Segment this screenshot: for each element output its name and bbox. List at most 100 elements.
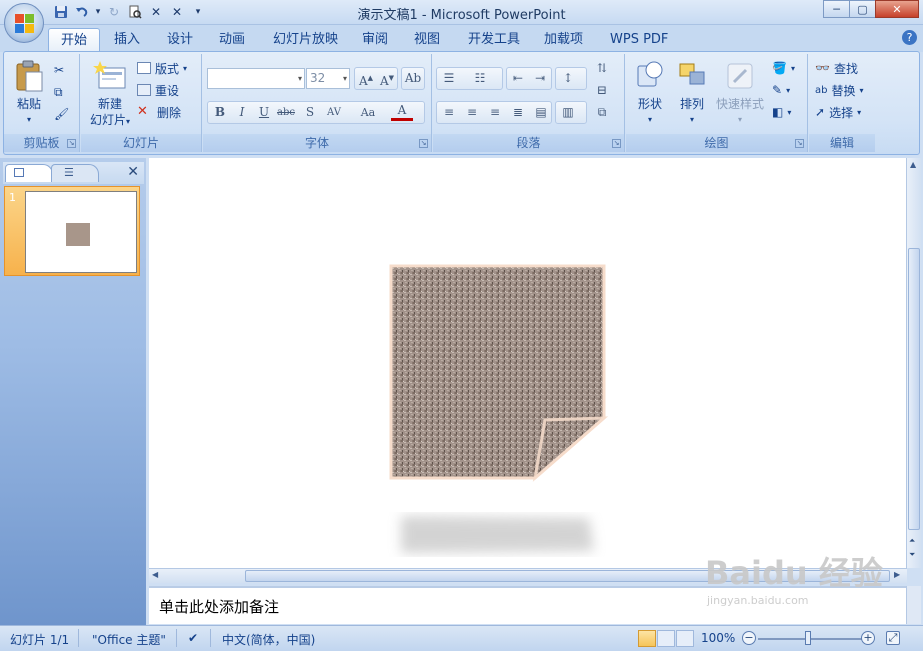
slide-thumbnail[interactable]: 1 xyxy=(4,186,140,276)
slides-tab[interactable] xyxy=(5,164,53,182)
editing-group-label: 编辑 xyxy=(809,134,875,152)
align-right-icon[interactable]: ≡ xyxy=(484,102,506,123)
prev-slide-icon[interactable]: ⏶ xyxy=(909,536,915,546)
find-label: 查找 xyxy=(833,61,858,76)
shadow-button[interactable]: S xyxy=(299,102,321,123)
reset-icon xyxy=(137,84,151,96)
shape-outline-icon[interactable]: ✎ ▾ xyxy=(772,80,790,100)
italic-button[interactable]: I xyxy=(231,102,253,123)
character-spacing-button[interactable]: AV xyxy=(323,102,345,123)
status-divider xyxy=(78,629,79,647)
arrange-button[interactable]: 排列 ▾ xyxy=(674,58,710,128)
font-color-button[interactable]: A xyxy=(391,102,413,121)
font-launcher-icon[interactable]: ↘ xyxy=(419,139,428,148)
columns-icon[interactable]: ▥ xyxy=(557,102,579,123)
layout-button[interactable]: 版式 ▾ xyxy=(137,58,187,78)
maximize-button[interactable]: ▢ xyxy=(849,0,876,18)
tab-wps-pdf[interactable]: WPS PDF xyxy=(598,28,680,52)
paste-button[interactable]: 粘贴 ▾ xyxy=(12,60,46,128)
tab-home[interactable]: 开始 xyxy=(48,28,101,52)
slide-sorter-view-icon[interactable] xyxy=(657,630,675,647)
select-button[interactable]: ➚ 选择 ▾ xyxy=(815,102,861,122)
status-divider xyxy=(210,629,211,647)
clear-formatting-icon[interactable]: Ab xyxy=(402,68,424,89)
tab-review[interactable]: 审阅 xyxy=(350,28,400,52)
close-button[interactable]: ✕ xyxy=(875,0,919,18)
shrink-font-icon[interactable]: A▼ xyxy=(376,68,398,89)
font-size-combo[interactable]: 32 ▾ xyxy=(306,68,350,89)
format-painter-icon[interactable]: 🖌 xyxy=(54,104,69,124)
outline-tab[interactable]: ☰ xyxy=(51,164,99,182)
zoom-level[interactable]: 100% xyxy=(701,631,735,645)
delete-icon: ✕ xyxy=(137,104,148,119)
replace-button[interactable]: ab 替换 ▾ xyxy=(815,80,864,100)
bold-button[interactable]: B xyxy=(209,102,231,123)
office-button[interactable] xyxy=(4,3,44,43)
grow-font-icon[interactable]: A▲ xyxy=(355,68,377,89)
close-pane-icon[interactable]: ✕ xyxy=(127,164,139,180)
text-direction-icon[interactable]: ⇅ xyxy=(591,58,613,79)
cut-icon[interactable]: ✂ xyxy=(54,60,64,80)
zoom-in-icon[interactable]: + xyxy=(861,631,875,645)
vertical-scroll-thumb[interactable] xyxy=(908,248,920,530)
shapes-icon xyxy=(637,61,663,87)
zoom-slider-knob[interactable] xyxy=(805,631,811,645)
bullets-icon[interactable]: ☰ xyxy=(438,68,460,89)
distribute-icon[interactable]: ▤ xyxy=(530,102,552,123)
line-spacing-icon[interactable]: ↕ xyxy=(557,68,579,89)
layout-label: 版式 xyxy=(155,61,180,76)
language[interactable]: 中文(简体，中国) xyxy=(222,631,315,648)
tab-view[interactable]: 视图 xyxy=(402,28,452,52)
align-left-icon[interactable]: ≡ xyxy=(438,102,460,123)
reset-button[interactable]: 重设 xyxy=(137,80,179,100)
shape-effects-icon[interactable]: ◧ ▾ xyxy=(772,102,791,122)
scroll-left-icon[interactable]: ◀ xyxy=(152,570,158,579)
font-name-combo[interactable]: ▾ xyxy=(207,68,305,89)
normal-view-icon[interactable] xyxy=(638,630,656,647)
change-case-button[interactable]: Aa xyxy=(357,102,379,123)
tab-addins[interactable]: 加载项 xyxy=(532,28,595,52)
paste-label: 粘贴 xyxy=(16,97,41,111)
paragraph-launcher-icon[interactable]: ↘ xyxy=(612,139,621,148)
align-center-icon[interactable]: ≡ xyxy=(461,102,483,123)
shapes-button[interactable]: 形状 ▾ xyxy=(632,58,668,128)
decrease-indent-icon[interactable]: ⇤ xyxy=(507,68,529,89)
quick-styles-button[interactable]: 快速样式 ▾ xyxy=(714,58,766,128)
drawing-launcher-icon[interactable]: ↘ xyxy=(795,139,804,148)
find-button[interactable]: 👓 查找 xyxy=(815,58,858,78)
slide-editing-area[interactable] xyxy=(149,158,907,568)
clipboard-group: 粘贴 ▾ ✂ ⧉ 🖌 剪贴板 ↘ xyxy=(4,54,80,152)
zoom-out-icon[interactable]: − xyxy=(742,631,756,645)
slide-thumbnail-canvas xyxy=(25,191,137,273)
ribbon: 粘贴 ▾ ✂ ⧉ 🖌 剪贴板 ↘ 新建 幻灯片▾ 版式 ▾ 重设 ✕ 删除 幻灯… xyxy=(3,51,920,155)
vertical-scrollbar[interactable]: ▲ ⏶ ⏷ xyxy=(906,158,921,568)
spelling-check-icon[interactable]: ✔ xyxy=(188,631,198,645)
tab-developer[interactable]: 开发工具 xyxy=(456,28,532,52)
numbering-icon[interactable]: ☷ xyxy=(469,68,491,89)
tab-insert[interactable]: 插入 xyxy=(102,28,152,52)
fit-to-window-icon[interactable]: ⤢ xyxy=(886,631,900,645)
underline-button[interactable]: U xyxy=(253,102,275,123)
ribbon-tab-bar: 开始 插入 设计 动画 幻灯片放映 审阅 视图 开发工具 加载项 WPS PDF xyxy=(0,25,923,52)
smartart-icon[interactable]: ⧉ xyxy=(591,102,613,123)
slideshow-view-icon[interactable] xyxy=(676,630,694,647)
increase-indent-icon[interactable]: ⇥ xyxy=(529,68,551,89)
new-slide-button[interactable]: 新建 幻灯片▾ xyxy=(85,60,135,130)
tab-design[interactable]: 设计 xyxy=(155,28,205,52)
tab-animations[interactable]: 动画 xyxy=(207,28,257,52)
align-text-icon[interactable]: ⊟ xyxy=(591,80,613,101)
justify-icon[interactable]: ≣ xyxy=(507,102,529,123)
tab-slideshow[interactable]: 幻灯片放映 xyxy=(261,28,350,52)
strikethrough-button[interactable]: abc xyxy=(275,102,297,123)
minimize-button[interactable]: ─ xyxy=(823,0,850,18)
copy-icon[interactable]: ⧉ xyxy=(54,82,63,102)
title-bar: ▾ ↻ ✕ ✕ ▾ 演示文稿1 - Microsoft PowerPoint ─… xyxy=(0,0,923,25)
drawing-group: 形状 ▾ 排列 ▾ 快速样式 ▾ 🪣 ▾ ✎ ▾ ◧ ▾ 绘图 ↘ xyxy=(626,54,808,152)
clipboard-launcher-icon[interactable]: ↘ xyxy=(67,139,76,148)
shape-fill-icon[interactable]: 🪣 ▾ xyxy=(772,58,795,78)
help-icon[interactable]: ? xyxy=(902,30,917,45)
delete-slide-button[interactable]: ✕ 删除 xyxy=(137,102,181,122)
arrange-icon xyxy=(679,63,705,85)
scroll-up-icon[interactable]: ▲ xyxy=(910,160,916,169)
paste-dropdown-icon: ▾ xyxy=(26,115,31,124)
